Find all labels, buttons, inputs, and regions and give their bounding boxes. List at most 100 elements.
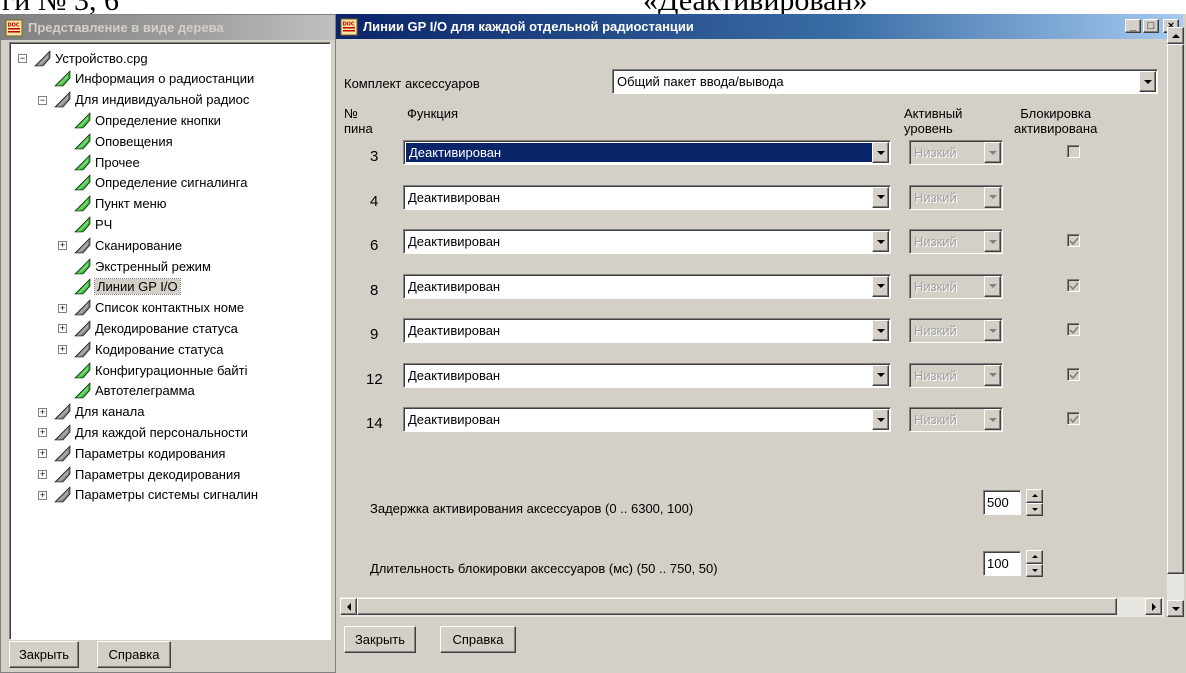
vertical-scroll-thumb[interactable] bbox=[1167, 44, 1184, 574]
dropdown-arrow-icon[interactable] bbox=[984, 142, 1001, 163]
activation-delay-spinner[interactable] bbox=[1026, 489, 1043, 516]
vertical-scrollbar[interactable] bbox=[1167, 27, 1184, 617]
dropdown-arrow-icon[interactable] bbox=[984, 409, 1001, 430]
function-dropdown[interactable]: Деактивирован bbox=[403, 229, 891, 254]
spin-down-icon[interactable] bbox=[1026, 563, 1043, 577]
lock-duration-spinner[interactable] bbox=[1026, 550, 1043, 577]
expand-icon[interactable]: + bbox=[58, 324, 67, 334]
dropdown-arrow-icon[interactable] bbox=[984, 275, 1001, 297]
tree-node[interactable]: Кодирование статуса bbox=[74, 340, 224, 358]
tree-node[interactable]: Для индивидуальной радиос bbox=[54, 91, 249, 109]
spin-down-icon[interactable] bbox=[1026, 502, 1043, 516]
active-level-value: Низкий bbox=[914, 278, 957, 294]
tree-node[interactable]: Параметры декодирования bbox=[54, 465, 240, 483]
active-level-dropdown[interactable]: Низкий bbox=[909, 318, 1003, 343]
dropdown-arrow-icon[interactable] bbox=[984, 320, 1001, 341]
tree-node[interactable]: Устройство.cpg bbox=[34, 49, 148, 67]
accessory-kit-dropdown[interactable]: Общий пакет ввода/вывода bbox=[612, 69, 1158, 94]
tree-window-titlebar[interactable]: DOC Представление в виде дерева bbox=[1, 15, 335, 40]
dropdown-arrow-icon[interactable] bbox=[984, 186, 1001, 208]
dropdown-arrow-icon[interactable] bbox=[872, 231, 889, 252]
spin-up-icon[interactable] bbox=[1026, 550, 1043, 564]
tree-node[interactable]: Прочее bbox=[74, 153, 140, 171]
tree-node[interactable]: Параметры системы сигналин bbox=[54, 486, 258, 504]
active-level-dropdown[interactable]: Низкий bbox=[909, 407, 1003, 432]
lock-checkbox[interactable] bbox=[1067, 145, 1080, 158]
scroll-up-arrow-icon[interactable] bbox=[1167, 27, 1184, 44]
tree-node[interactable]: Автотелеграмма bbox=[74, 382, 195, 400]
collapse-icon[interactable]: − bbox=[18, 54, 27, 63]
function-dropdown[interactable]: Деактивирован bbox=[403, 318, 891, 343]
lock-checkbox[interactable] bbox=[1067, 323, 1080, 336]
lock-checkbox[interactable] bbox=[1067, 367, 1080, 381]
tree-node[interactable]: Линии GP I/O bbox=[74, 278, 181, 296]
tree-help-button[interactable]: Справка bbox=[97, 641, 171, 668]
tree-node[interactable]: Параметры кодирования bbox=[54, 444, 225, 462]
scroll-right-arrow-icon[interactable] bbox=[1145, 598, 1162, 615]
expand-icon[interactable]: + bbox=[38, 490, 47, 500]
tree-node[interactable]: Декодирование статуса bbox=[74, 319, 238, 337]
expand-icon[interactable]: + bbox=[58, 345, 67, 355]
horizontal-scrollbar[interactable] bbox=[340, 597, 1164, 617]
tree-node-label: Параметры декодирования bbox=[75, 466, 241, 482]
activation-delay-input[interactable]: 500 bbox=[983, 490, 1021, 515]
expand-icon[interactable]: + bbox=[38, 428, 47, 438]
lock-checkbox[interactable] bbox=[1067, 278, 1080, 292]
expand-icon[interactable]: + bbox=[38, 470, 47, 479]
tree-node[interactable]: Оповещения bbox=[74, 132, 173, 150]
tree-node[interactable]: Информация о радиостанции bbox=[54, 70, 254, 88]
pin-number: 4 bbox=[370, 192, 379, 210]
active-level-dropdown[interactable]: Низкий bbox=[909, 362, 1003, 388]
tree-node[interactable]: Для каждой персональности bbox=[54, 423, 248, 441]
dropdown-arrow-icon[interactable] bbox=[872, 320, 889, 341]
active-level-dropdown[interactable]: Низкий bbox=[909, 140, 1003, 165]
tree-node[interactable]: РЧ bbox=[74, 215, 112, 233]
lock-checkbox[interactable] bbox=[1067, 412, 1080, 425]
active-level-dropdown[interactable]: Низкий bbox=[909, 184, 1003, 210]
main-close-button[interactable]: Закрыть bbox=[344, 626, 416, 653]
expand-icon[interactable]: + bbox=[38, 407, 47, 417]
tree-node[interactable]: Определение кнопки bbox=[74, 111, 221, 129]
expand-icon[interactable]: + bbox=[38, 449, 47, 459]
dropdown-arrow-icon[interactable] bbox=[872, 142, 889, 163]
active-level-dropdown[interactable]: Низкий bbox=[909, 273, 1003, 299]
expand-icon[interactable]: + bbox=[58, 241, 67, 251]
spin-up-icon[interactable] bbox=[1026, 489, 1043, 503]
active-level-value: Низкий bbox=[914, 412, 957, 427]
function-dropdown[interactable]: Деактивирован bbox=[403, 140, 891, 165]
tree-node[interactable]: Конфигурационные байті bbox=[74, 361, 247, 379]
lock-checkbox[interactable] bbox=[1067, 234, 1080, 247]
main-help-button[interactable]: Справка bbox=[440, 626, 516, 653]
tree-node[interactable]: Список контактных номе bbox=[74, 299, 244, 317]
collapse-icon[interactable]: − bbox=[38, 95, 47, 105]
horizontal-scroll-thumb[interactable] bbox=[357, 598, 1117, 615]
function-dropdown[interactable]: Деактивирован bbox=[403, 184, 891, 210]
tree-node-icon bbox=[54, 465, 71, 483]
tree-node[interactable]: Для канала bbox=[54, 403, 144, 421]
active-level-dropdown[interactable]: Низкий bbox=[909, 229, 1003, 254]
tree-node[interactable]: Экстренный режим bbox=[74, 257, 211, 275]
dropdown-arrow-icon[interactable] bbox=[872, 409, 889, 430]
function-dropdown[interactable]: Деактивирован bbox=[403, 407, 891, 432]
dropdown-arrow-icon[interactable] bbox=[872, 275, 889, 297]
tree-node-label: Сканирование bbox=[95, 237, 183, 253]
dropdown-arrow-icon[interactable] bbox=[984, 231, 1001, 252]
tree-node[interactable]: Сканирование bbox=[74, 236, 182, 254]
function-dropdown[interactable]: Деактивирован bbox=[403, 273, 891, 299]
tree-node-label: Конфигурационные байті bbox=[95, 362, 248, 378]
tree-node[interactable]: Пункт меню bbox=[74, 195, 167, 213]
dropdown-arrow-icon[interactable] bbox=[1139, 71, 1156, 92]
dropdown-arrow-icon[interactable] bbox=[984, 364, 1001, 386]
tree-close-button[interactable]: Закрыть bbox=[9, 641, 79, 668]
tree-node-icon bbox=[34, 49, 51, 67]
tree-node[interactable]: Определение сигналинга bbox=[74, 174, 247, 192]
dropdown-arrow-icon[interactable] bbox=[872, 364, 889, 386]
tree-node-label: РЧ bbox=[95, 216, 113, 232]
scroll-left-arrow-icon[interactable] bbox=[340, 598, 357, 615]
tree-view[interactable]: − Устройство.cpg Информация о радиостанции… bbox=[9, 42, 331, 640]
expand-icon[interactable]: + bbox=[58, 303, 67, 313]
dropdown-arrow-icon[interactable] bbox=[872, 186, 889, 208]
lock-duration-input[interactable]: 100 bbox=[983, 551, 1021, 576]
scroll-down-arrow-icon[interactable] bbox=[1167, 600, 1184, 617]
function-dropdown[interactable]: Деактивирован bbox=[403, 362, 891, 388]
